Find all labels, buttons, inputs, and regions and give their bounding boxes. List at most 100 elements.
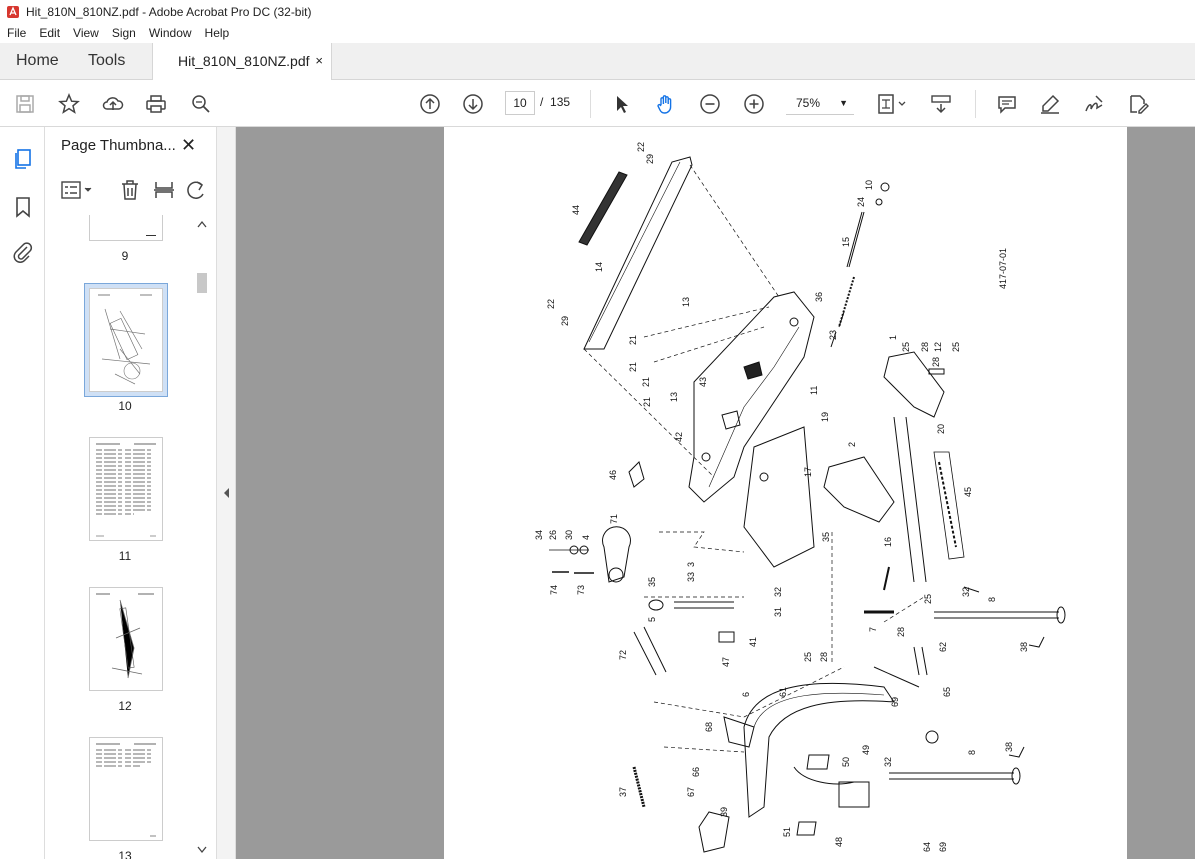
part-number-label: 12 — [933, 342, 943, 352]
part-number-label: 30 — [564, 530, 574, 540]
menu-window[interactable]: Window — [142, 26, 198, 40]
comment-icon[interactable] — [994, 91, 1020, 117]
part-number-label: 6 — [741, 692, 751, 697]
acrobat-icon — [7, 5, 19, 18]
zoom-value: 75% — [796, 96, 821, 110]
scrollbar-thumb[interactable] — [197, 273, 207, 293]
highlight-icon[interactable] — [1037, 91, 1063, 117]
thumbnail-page-13[interactable] — [89, 737, 163, 841]
menu-sign[interactable]: Sign — [105, 26, 142, 40]
thumbnail-table — [96, 743, 156, 837]
tab-home[interactable]: Home — [16, 43, 59, 79]
part-number-label: 35 — [647, 577, 657, 587]
part-number-label: 67 — [686, 787, 696, 797]
part-number-label: 69 — [938, 842, 948, 852]
tab-bar: Home Tools Hit_810N_810NZ.pdf × — [0, 43, 1195, 80]
part-number-label: 37 — [618, 787, 628, 797]
part-number-label: 21 — [628, 362, 638, 372]
page-number-input[interactable]: 10 — [505, 91, 535, 115]
part-number-label: 8 — [987, 597, 997, 602]
zoom-in-icon[interactable] — [741, 91, 767, 117]
menu-file[interactable]: File — [0, 26, 32, 40]
part-number-label: 42 — [674, 432, 684, 442]
thumbnail-diagram — [96, 593, 154, 679]
part-number-label: 46 — [608, 470, 618, 480]
part-number-label: 29 — [560, 316, 570, 326]
part-number-label: 19 — [820, 412, 830, 422]
part-number-label: 74 — [549, 585, 559, 595]
tab-document[interactable]: Hit_810N_810NZ.pdf × — [152, 43, 332, 80]
scroll-mode-icon[interactable] — [928, 91, 954, 117]
edit-icon[interactable] — [1125, 91, 1151, 117]
part-number-label: 68 — [704, 722, 714, 732]
sign-icon[interactable] — [1081, 91, 1107, 117]
thumbnail-page-number: 10 — [118, 399, 132, 413]
part-number-label: 7 — [868, 627, 878, 632]
zoom-out-icon[interactable] — [697, 91, 723, 117]
document-viewer[interactable]: 417-07-01 22 29 44 14 10 24 15 36 23 22 29 13 21 21 21… — [236, 127, 1195, 859]
thumbnail-list: 9 10 11 12 13 — [45, 215, 195, 859]
part-number-label: 25 — [803, 652, 813, 662]
part-number-label: 25 — [923, 594, 933, 604]
print-icon[interactable] — [143, 91, 169, 117]
part-number-label: 48 — [834, 837, 844, 847]
tab-document-label: Hit_810N_810NZ.pdf — [178, 53, 310, 69]
page-up-icon[interactable] — [417, 91, 443, 117]
panel-collapse-handle[interactable] — [217, 127, 236, 859]
upload-icon[interactable] — [100, 91, 126, 117]
page-down-icon[interactable] — [460, 91, 486, 117]
menu-edit[interactable]: Edit — [32, 26, 66, 40]
hand-icon[interactable] — [653, 91, 679, 117]
part-number-label: 32 — [883, 757, 893, 767]
tab-tools[interactable]: Tools — [88, 43, 125, 79]
menu-help[interactable]: Help — [198, 26, 236, 40]
menu-view[interactable]: View — [66, 26, 105, 40]
fit-page-icon[interactable] — [874, 91, 910, 117]
part-number-label: 31 — [773, 607, 783, 617]
part-number-label: 28 — [819, 652, 829, 662]
close-icon[interactable]: ✕ — [181, 135, 196, 156]
star-icon[interactable] — [56, 91, 82, 117]
part-number-label: 32 — [961, 587, 971, 597]
part-number-label: 36 — [814, 292, 824, 302]
part-number-label: 73 — [576, 585, 586, 595]
part-number-label: 41 — [748, 637, 758, 647]
part-number-label: 71 — [609, 514, 619, 524]
rotate-icon[interactable] — [185, 179, 207, 201]
thumbnail-page-9[interactable] — [89, 215, 163, 241]
attachment-icon[interactable] — [11, 240, 35, 264]
tab-close-icon[interactable]: × — [315, 43, 323, 79]
part-number-label: 20 — [936, 424, 946, 434]
part-number-label: 33 — [686, 572, 696, 582]
thumbnail-page-10[interactable] — [89, 288, 163, 392]
thumbnail-options-icon[interactable] — [60, 179, 96, 201]
part-number-label: 50 — [841, 757, 851, 767]
chevron-left-icon[interactable] — [222, 487, 231, 499]
trash-icon[interactable] — [119, 179, 141, 201]
page-total: / 135 — [540, 95, 570, 109]
bookmark-icon[interactable] — [11, 195, 35, 219]
thumbnail-page-11[interactable] — [89, 437, 163, 541]
thumbnail-diagram — [98, 294, 152, 385]
thumbnail-scrollbar[interactable] — [195, 215, 209, 859]
part-number-label: 22 — [546, 299, 556, 309]
part-number-label: 8 — [967, 750, 977, 755]
thumbnail-page-number: 12 — [118, 699, 132, 713]
part-number-label: 38 — [1019, 642, 1029, 652]
zoom-search-icon[interactable] — [188, 91, 214, 117]
page-thumbnails-icon[interactable] — [11, 147, 35, 171]
save-icon[interactable] — [12, 91, 38, 117]
scroll-up-icon[interactable] — [197, 220, 207, 228]
page-insert-icon[interactable] — [153, 179, 175, 201]
part-number-label: 44 — [571, 205, 581, 215]
part-number-label: 61 — [778, 687, 788, 697]
select-arrow-icon[interactable] — [609, 91, 635, 117]
part-number-label: 26 — [548, 530, 558, 540]
part-number-label: 5 — [647, 617, 657, 622]
thumbnail-page-12[interactable] — [89, 587, 163, 691]
page-total-value: 135 — [550, 95, 571, 109]
zoom-select[interactable]: 75% ▼ — [786, 91, 854, 115]
scroll-down-icon[interactable] — [197, 846, 207, 854]
part-number-label: 3 — [686, 562, 696, 567]
part-number-label: 13 — [681, 297, 691, 307]
